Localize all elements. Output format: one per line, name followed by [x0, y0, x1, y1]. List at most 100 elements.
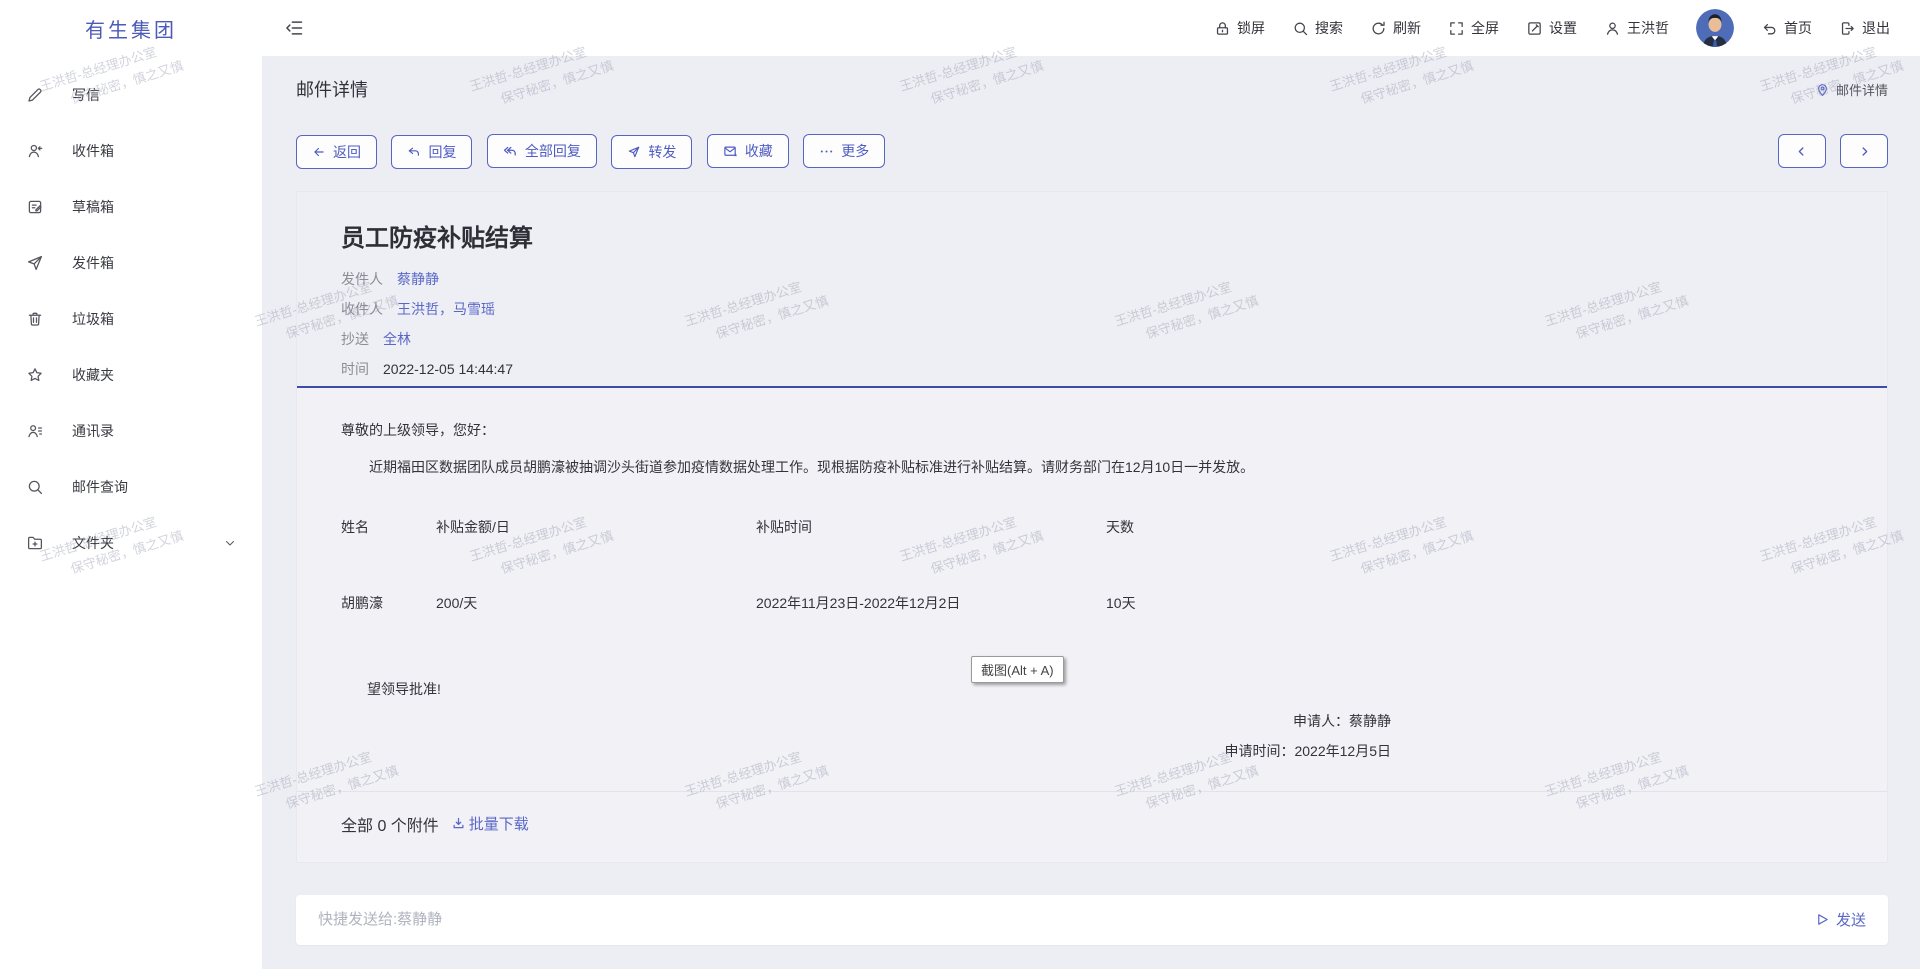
sidebar-item-contacts[interactable]: 通讯录: [0, 408, 262, 454]
mail-greeting: 尊敬的上级领导，您好：: [341, 420, 1843, 440]
col-period: 补贴时间: [756, 517, 1106, 537]
mail-closing: 望领导批准!: [367, 679, 1843, 699]
sidebar-item-mail-search[interactable]: 邮件查询: [0, 464, 262, 510]
mail-time-row: 时间 2022-12-05 14:44:47: [341, 359, 1843, 379]
chevron-right-icon: [1858, 145, 1871, 158]
forward-icon: [627, 145, 641, 159]
batch-download-link[interactable]: 批量下载: [451, 813, 529, 834]
home-button[interactable]: 首页: [1761, 18, 1812, 38]
reply-label: 回复: [428, 142, 456, 162]
prev-mail-button[interactable]: [1778, 134, 1826, 168]
more-icon: [819, 144, 834, 159]
fullscreen-button[interactable]: 全屏: [1448, 18, 1499, 38]
reply-all-icon: [503, 144, 518, 159]
cell-name: 胡鹏濠: [341, 593, 436, 613]
sidebar-item-favorites[interactable]: 收藏夹: [0, 352, 262, 398]
send-label: 发送: [1836, 909, 1866, 930]
mail-cc-row: 抄送 全林: [341, 329, 1843, 349]
favorite-mail-icon: [723, 144, 738, 159]
mail-from-row: 发件人 蔡静静: [341, 269, 1843, 289]
brand-logo: 有生集团: [0, 14, 262, 43]
sidebar-item-drafts[interactable]: 草稿箱: [0, 184, 262, 230]
compose-icon: [26, 86, 44, 104]
lockscreen-label: 锁屏: [1237, 18, 1265, 38]
search-button[interactable]: 搜索: [1292, 18, 1343, 38]
lockscreen-button[interactable]: 锁屏: [1214, 18, 1265, 38]
applicant-name: 申请人：蔡静静: [341, 711, 1391, 731]
reply-all-button[interactable]: 全部回复: [487, 134, 597, 168]
fullscreen-label: 全屏: [1471, 18, 1499, 38]
trash-icon: [26, 310, 44, 328]
sidebar-item-folders[interactable]: 文件夹: [0, 520, 262, 566]
current-user[interactable]: 王洪哲: [1604, 18, 1669, 38]
from-value[interactable]: 蔡静静: [397, 269, 439, 289]
col-days: 天数: [1106, 517, 1201, 537]
avatar[interactable]: [1696, 9, 1734, 47]
mail-detail-card: 员工防疫补贴结算 发件人 蔡静静 收件人 王洪哲，马雪瑶 抄送 全林 时间 20…: [296, 191, 1888, 863]
breadcrumb: 邮件详情: [1815, 80, 1888, 99]
col-name: 姓名: [341, 517, 436, 537]
attachments-bar: 全部 0 个附件 批量下载: [297, 791, 1887, 862]
topbar-tools: 锁屏 搜索 刷新 全屏 设置 王洪哲 首页: [1214, 9, 1920, 47]
time-label: 时间: [341, 359, 369, 379]
favorite-button[interactable]: 收藏: [707, 134, 789, 168]
sidebar-item-label: 写信: [72, 85, 100, 105]
mail-body: 尊敬的上级领导，您好： 近期福田区数据团队成员胡鹏濠被抽调沙头街道参加疫情数据处…: [297, 388, 1887, 791]
cc-value[interactable]: 全林: [383, 329, 411, 349]
fullscreen-icon: [1448, 20, 1465, 37]
subsidy-table-header: 姓名 补贴金额/日 补贴时间 天数: [341, 517, 1201, 537]
logout-label: 退出: [1862, 18, 1890, 38]
sidebar-item-inbox[interactable]: 收件箱: [0, 128, 262, 174]
sidebar-item-label: 邮件查询: [72, 477, 128, 497]
folder-plus-icon: [26, 534, 44, 552]
from-label: 发件人: [341, 269, 383, 289]
menu-fold-icon: [284, 18, 304, 38]
lock-icon: [1214, 20, 1231, 37]
batch-download-label: 批量下载: [469, 813, 529, 834]
download-icon: [451, 816, 466, 831]
cell-days: 10天: [1106, 593, 1201, 613]
sidebar-collapse-button[interactable]: [284, 18, 304, 38]
favorite-label: 收藏: [745, 141, 773, 161]
screenshot-tooltip: 截图(Alt + A): [971, 656, 1064, 683]
user-photo-avatar: [1696, 9, 1734, 47]
to-label: 收件人: [341, 299, 383, 319]
logout-button[interactable]: 退出: [1839, 18, 1890, 38]
reply-button[interactable]: 回复: [391, 135, 472, 169]
next-mail-button[interactable]: [1840, 134, 1888, 168]
attachments-summary: 全部 0 个附件: [341, 812, 439, 836]
send-triangle-icon: [1815, 912, 1830, 927]
mail-header: 员工防疫补贴结算 发件人 蔡静静 收件人 王洪哲，马雪瑶 抄送 全林 时间 20…: [297, 192, 1887, 386]
quick-send-input[interactable]: [318, 911, 1815, 928]
reply-all-label: 全部回复: [525, 141, 581, 161]
cc-label: 抄送: [341, 329, 369, 349]
settings-button[interactable]: 设置: [1526, 18, 1577, 38]
sent-icon: [26, 254, 44, 272]
sidebar: 写信 收件箱 草稿箱 发件箱 垃圾箱 收藏夹 通讯录 邮件查询 文件夹: [0, 56, 262, 969]
more-label: 更多: [841, 141, 869, 161]
forward-button[interactable]: 转发: [611, 135, 692, 169]
mail-search-icon: [26, 478, 44, 496]
more-button[interactable]: 更多: [803, 134, 885, 168]
send-button[interactable]: 发送: [1815, 909, 1866, 930]
refresh-label: 刷新: [1393, 18, 1421, 38]
action-buttons: 返回 回复 全部回复 转发 收藏 更多: [296, 134, 895, 169]
back-button[interactable]: 返回: [296, 135, 377, 169]
to-value[interactable]: 王洪哲，马雪瑶: [397, 299, 495, 319]
refresh-button[interactable]: 刷新: [1370, 18, 1421, 38]
sidebar-item-label: 收件箱: [72, 141, 114, 161]
refresh-icon: [1370, 20, 1387, 37]
user-name-label: 王洪哲: [1627, 18, 1669, 38]
breadcrumb-label: 邮件详情: [1836, 80, 1888, 99]
back-label: 返回: [333, 142, 361, 162]
star-icon: [26, 366, 44, 384]
mail-subject: 员工防疫补贴结算: [341, 218, 1843, 253]
sidebar-item-compose[interactable]: 写信: [0, 72, 262, 118]
apply-date: 申请时间：2022年12月5日: [341, 741, 1391, 761]
sidebar-item-trash[interactable]: 垃圾箱: [0, 296, 262, 342]
sidebar-item-sent[interactable]: 发件箱: [0, 240, 262, 286]
quick-send-bar: 发送: [296, 895, 1888, 945]
time-value: 2022-12-05 14:44:47: [383, 361, 513, 377]
top-navbar: 有生集团 锁屏 搜索 刷新 全屏 设置 王洪哲: [0, 0, 1920, 56]
sidebar-item-label: 垃圾箱: [72, 309, 114, 329]
